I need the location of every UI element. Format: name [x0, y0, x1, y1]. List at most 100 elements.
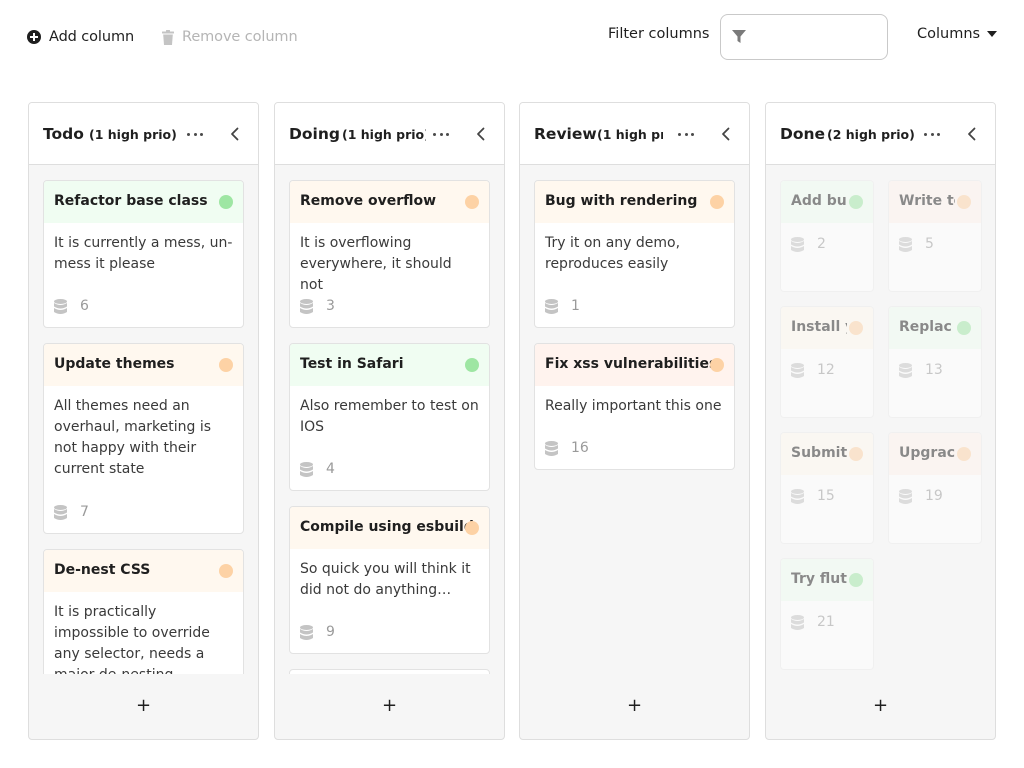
priority-dot: [849, 195, 863, 209]
column-done: Done (2 high prio) Add bu 2 Write te 5 I…: [765, 102, 996, 740]
column-title: Doing: [289, 125, 340, 143]
card[interactable]: Write te 5: [888, 180, 982, 292]
priority-dot: [465, 358, 479, 372]
card-description: It is overflowing everywhere, it should …: [300, 235, 452, 293]
column-card-list: Refactor base class It is currently a me…: [29, 166, 258, 674]
card-header: Compile using esbuild: [290, 507, 489, 549]
card[interactable]: Refactor base class It is currently a me…: [43, 180, 244, 328]
toolbar: Add column Remove column Filter columns …: [0, 0, 1024, 74]
card[interactable]: Compile using esbuild So quick you will …: [289, 506, 490, 654]
chevron-left-icon[interactable]: [966, 127, 978, 141]
priority-dot: [710, 358, 724, 372]
priority-dot: [465, 195, 479, 209]
card-header: Upgrac: [889, 433, 981, 475]
card-title: Submit: [791, 445, 847, 461]
card-number: 3: [326, 298, 335, 314]
card[interactable]: Submit 15: [780, 432, 874, 544]
card-number: 5: [925, 236, 934, 252]
card-header: Try flutt: [781, 559, 873, 601]
card[interactable]: Upgrac 19: [888, 432, 982, 544]
card[interactable]: Test in Safari Also remember to test on …: [289, 343, 490, 491]
column-header: Review (1 high prio): [520, 103, 749, 165]
database-icon: [300, 462, 313, 477]
card-description: It is practically impossible to override…: [54, 604, 210, 674]
filter-icon: [732, 30, 746, 43]
column-todo: Todo (1 high prio) Refactor base class I…: [28, 102, 259, 740]
card[interactable]: Update themes All themes need an overhau…: [43, 343, 244, 534]
add-card-button[interactable]: +: [766, 685, 995, 725]
card-header: Bug with rendering: [535, 181, 734, 223]
add-card-button[interactable]: +: [29, 685, 258, 725]
more-options-icon[interactable]: [433, 125, 449, 143]
database-icon: [545, 299, 558, 314]
database-icon: [300, 625, 313, 640]
card-footer: 3: [290, 287, 489, 327]
database-icon: [899, 363, 912, 378]
card-title: De-nest CSS: [54, 562, 151, 578]
card[interactable]: Bug with rendering Try it on any demo, r…: [534, 180, 735, 328]
database-icon: [791, 237, 804, 252]
filter-columns-field[interactable]: [720, 14, 888, 60]
column-title: Review: [534, 125, 597, 143]
card-title: Write te: [899, 193, 955, 209]
column-card-list: Remove overflow It is overflowing everyw…: [275, 166, 504, 674]
card-footer: 6: [44, 287, 243, 327]
column-card-list: Bug with rendering Try it on any demo, r…: [520, 166, 749, 674]
add-column-label: Add column: [49, 29, 135, 45]
priority-dot: [849, 447, 863, 461]
trash-icon: [162, 29, 174, 45]
card[interactable]: Add bu 2: [780, 180, 874, 292]
card-number: 2: [817, 236, 826, 252]
card-description: Try it on any demo, reproduces easily: [545, 235, 681, 272]
priority-dot: [465, 521, 479, 535]
card-header: Refactor base class: [44, 181, 243, 223]
filter-columns-label: Filter columns: [608, 26, 710, 42]
card-description: Really important this one: [545, 398, 722, 414]
priority-dot: [957, 321, 971, 335]
card-footer: 1: [535, 287, 734, 327]
database-icon: [791, 615, 804, 630]
card-title: Replac: [899, 319, 952, 335]
filter-columns-input[interactable]: [755, 25, 879, 49]
card[interactable]: Fix xss vulnerabilities Really important…: [534, 343, 735, 470]
priority-dot: [219, 358, 233, 372]
priority-dot: [957, 195, 971, 209]
card-number: 6: [80, 298, 89, 314]
card[interactable]: [289, 669, 490, 674]
more-options-icon[interactable]: [924, 125, 940, 143]
card[interactable]: Replac 13: [888, 306, 982, 418]
chevron-left-icon[interactable]: [229, 127, 241, 141]
card-description: All themes need an overhaul, marketing i…: [54, 398, 212, 477]
add-card-button[interactable]: +: [275, 685, 504, 725]
card-number: 13: [925, 362, 943, 378]
column-header: Doing (1 high prio): [275, 103, 504, 165]
card-number: 21: [817, 614, 835, 630]
card-title: Test in Safari: [300, 356, 404, 372]
card[interactable]: De-nest CSS It is practically impossible…: [43, 549, 244, 674]
priority-dot: [849, 573, 863, 587]
add-column-button[interactable]: Add column: [27, 26, 134, 48]
card-number: 19: [925, 488, 943, 504]
card-number: 12: [817, 362, 835, 378]
plus-circle-icon: [27, 30, 41, 44]
card-title: Compile using esbuild: [300, 519, 474, 535]
chevron-left-icon[interactable]: [720, 127, 732, 141]
column-prio-count: (1 high prio): [342, 127, 426, 142]
card-title: Refactor base class: [54, 193, 208, 209]
remove-column-button[interactable]: Remove column: [162, 26, 298, 48]
card[interactable]: Try flutt 21: [780, 558, 874, 670]
card[interactable]: Remove overflow It is overflowing everyw…: [289, 180, 490, 328]
more-options-icon[interactable]: [187, 125, 203, 143]
database-icon: [899, 237, 912, 252]
columns-dropdown[interactable]: Columns: [917, 26, 998, 42]
card-footer: 4: [290, 450, 489, 490]
card[interactable]: Install y 12: [780, 306, 874, 418]
card-title: Fix xss vulnerabilities: [545, 356, 718, 372]
card-title: Update themes: [54, 356, 175, 372]
card-number: 15: [817, 488, 835, 504]
chevron-left-icon[interactable]: [475, 127, 487, 141]
card-header: Write te: [889, 181, 981, 223]
database-icon: [300, 299, 313, 314]
add-card-button[interactable]: +: [520, 685, 749, 725]
more-options-icon[interactable]: [678, 125, 694, 143]
